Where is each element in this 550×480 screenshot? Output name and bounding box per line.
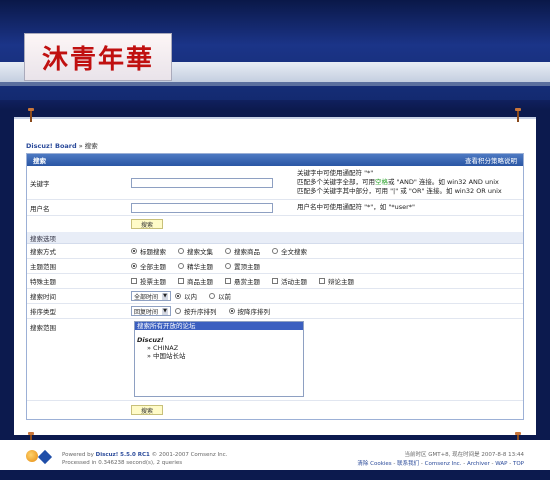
- special-option: 辩论主题: [328, 278, 354, 286]
- contact-link[interactable]: 联系我们: [397, 461, 419, 467]
- special-option: 活动主题: [281, 278, 307, 286]
- special-checkbox[interactable]: [178, 278, 184, 284]
- forum-row: 搜索范围 搜索所有开放的论坛 Discuz! » CHINAZ » 中国站长站: [27, 319, 523, 401]
- keyword-label: 关键字: [30, 179, 50, 188]
- order-radio[interactable]: [175, 308, 182, 314]
- special-option: 商品主题: [187, 278, 213, 286]
- time-label: 搜索时间: [30, 293, 56, 301]
- breadcrumb-current: 搜索: [84, 142, 98, 150]
- order-option: 按降序排列: [237, 308, 271, 316]
- footer-info: Powered by Discuz! 5.5.0 RC1 © 2001-2007…: [62, 451, 227, 467]
- chevron-down-icon: ▼: [162, 292, 169, 300]
- keyword-row: 关键字 关键字中可使用通配符 "*" 匹配多个关键字全部，可用空格或 "AND"…: [27, 166, 523, 200]
- footer-right: 当前时区 GMT+8, 现在时间是 2007-8-8 13:44 清除 Cook…: [357, 451, 524, 469]
- search-button-row-bottom: 搜索: [27, 401, 523, 419]
- wap-link[interactable]: WAP: [495, 461, 507, 467]
- breadcrumb-separator: »: [78, 142, 83, 150]
- discuz-logo-icon[interactable]: [26, 450, 38, 462]
- order-row: 排序类型 回复时间 ▼ 按升序排列 按降序排列: [27, 304, 523, 319]
- special-checkbox[interactable]: [272, 278, 278, 284]
- forum-option[interactable]: » CHINAZ: [135, 344, 303, 352]
- special-option: 悬赏主题: [234, 278, 260, 286]
- mode-radio[interactable]: [272, 248, 278, 254]
- range-option: 置顶主题: [234, 263, 260, 271]
- order-option: 按升序排列: [184, 308, 217, 316]
- range-row: 主题范围 全部主题 精华主题 置顶主题: [27, 259, 523, 274]
- timezone-info: 当前时区 GMT+8, 现在时间是 2007-8-8 13:44: [404, 452, 524, 458]
- clear-cookies-link[interactable]: 清除 Cookies: [357, 461, 391, 467]
- chevron-down-icon: ▼: [162, 307, 169, 315]
- keyword-hint: 关键字中可使用通配符 "*" 匹配多个关键字全部，可用空格或 "AND" 连接。…: [297, 169, 502, 196]
- username-row: 用户名 用户名中可使用通配符 "*"，如 "*user*": [27, 200, 523, 216]
- forum-group[interactable]: Discuz!: [135, 336, 303, 344]
- special-label: 特殊主题: [30, 278, 56, 286]
- time-select[interactable]: 全部时间 ▼: [131, 291, 172, 301]
- header-stripe-bottom: [0, 82, 550, 86]
- time-option: 以内: [184, 293, 198, 301]
- search-submit-button[interactable]: 搜索: [131, 405, 164, 415]
- range-radio[interactable]: [178, 263, 184, 269]
- time-radio[interactable]: [209, 293, 216, 299]
- special-row: 特殊主题 投票主题 商品主题 悬赏主题 活动主题 辩论主题: [27, 274, 523, 289]
- range-option: 全部主题: [140, 263, 166, 271]
- mode-radio[interactable]: [131, 248, 137, 254]
- panel-header: 搜索 查看积分策略说明: [27, 154, 523, 166]
- special-checkbox[interactable]: [131, 278, 137, 284]
- time-select-value: 全部时间: [134, 293, 159, 301]
- special-option: 投票主题: [140, 278, 166, 286]
- mode-radio[interactable]: [178, 248, 184, 254]
- breadcrumb: Discuz! Board » 搜索: [26, 140, 98, 150]
- options-section-title: 搜索选项: [27, 232, 523, 244]
- search-button-row: 搜索: [27, 216, 523, 232]
- range-radio[interactable]: [225, 263, 231, 269]
- forum-listbox[interactable]: 搜索所有开放的论坛 Discuz! » CHINAZ » 中国站长站: [134, 321, 304, 397]
- username-label: 用户名: [30, 204, 50, 213]
- powered-by: Powered by: [62, 452, 94, 458]
- time-row: 搜索时间 全部时间 ▼ 以内 以前: [27, 289, 523, 304]
- mode-label: 搜索方式: [30, 248, 56, 256]
- pin-icon: [515, 108, 521, 122]
- processed-info: Processed in 0.346238 second(s), 2 queri…: [62, 460, 183, 466]
- order-radio[interactable]: [228, 308, 235, 314]
- archiver-link[interactable]: Archiver: [467, 461, 490, 467]
- site-logo[interactable]: 沐青年華: [24, 33, 172, 81]
- footer-links: 清除 Cookies - 联系我们 - Comsenz Inc. - Archi…: [357, 461, 524, 467]
- forum-label: 搜索范围: [30, 324, 56, 332]
- username-input[interactable]: [131, 202, 273, 213]
- top-link[interactable]: TOP: [513, 461, 524, 467]
- order-select-value: 回复时间: [134, 308, 159, 316]
- product-link[interactable]: Discuz! 5.5.0 RC1: [96, 452, 150, 458]
- keyword-input[interactable]: [131, 177, 273, 188]
- comsenz-link[interactable]: Comsenz Inc.: [425, 461, 462, 467]
- copyright: © 2001-2007 Comsenz Inc.: [151, 452, 228, 458]
- mode-row: 搜索方式 标题搜索 搜索文集 搜索商品 全文搜索: [27, 244, 523, 259]
- mode-option: 搜索商品: [234, 248, 260, 256]
- mode-radio[interactable]: [225, 248, 231, 254]
- search-panel: 搜索 查看积分策略说明 关键字 关键字中可使用通配符 "*" 匹配多个关键字全部…: [26, 153, 524, 420]
- forum-option[interactable]: » 中国站长站: [135, 352, 303, 360]
- panel-title: 搜索: [33, 157, 46, 165]
- order-select[interactable]: 回复时间 ▼: [131, 306, 172, 316]
- mode-option: 全文搜索: [281, 248, 307, 256]
- keyword-hint-line: 关键字中可使用通配符 "*": [297, 169, 374, 177]
- mode-option: 搜索文集: [187, 248, 213, 256]
- keyword-hint-line: 匹配多个关键字全部，可用空格或 "AND" 连接。如 win32 AND uni…: [297, 178, 499, 186]
- credit-policy-link[interactable]: 查看积分策略说明: [465, 155, 517, 165]
- search-button[interactable]: 搜索: [131, 219, 164, 229]
- range-option: 精华主题: [187, 263, 213, 271]
- breadcrumb-home[interactable]: Discuz! Board: [26, 142, 77, 150]
- time-radio[interactable]: [175, 293, 182, 299]
- range-radio[interactable]: [131, 263, 137, 269]
- order-label: 排序类型: [30, 308, 56, 316]
- special-checkbox[interactable]: [319, 278, 325, 284]
- time-option: 以前: [218, 293, 232, 301]
- keyword-hint-line: 匹配多个关键字其中部分，可用 "|" 或 "OR" 连接。如 win32 OR …: [297, 187, 502, 195]
- username-hint: 用户名中可使用通配符 "*"，如 "*user*": [297, 203, 416, 211]
- pin-icon: [28, 108, 34, 122]
- special-checkbox[interactable]: [225, 278, 231, 284]
- mode-option: 标题搜索: [140, 248, 166, 256]
- forum-option-all[interactable]: 搜索所有开放的论坛: [135, 322, 303, 330]
- range-label: 主题范围: [30, 263, 56, 271]
